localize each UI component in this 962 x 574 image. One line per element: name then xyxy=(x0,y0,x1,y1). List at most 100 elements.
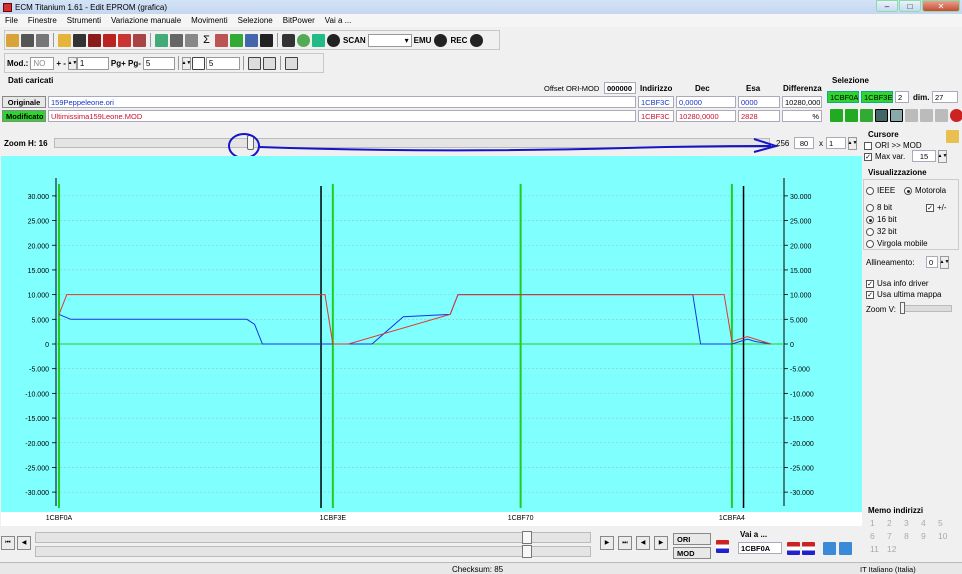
menu-file[interactable]: File xyxy=(0,16,23,25)
ori-button[interactable]: ORI xyxy=(673,533,711,545)
record-circle-icon[interactable] xyxy=(327,33,340,47)
map-icon[interactable] xyxy=(170,33,183,47)
memo-slot-6[interactable]: 6 xyxy=(870,531,875,541)
offset-field[interactable]: 000000 xyxy=(604,82,636,94)
sel-reset-icon[interactable] xyxy=(950,109,962,122)
save-mod-icon[interactable] xyxy=(88,33,101,47)
ori-mod-checkbox[interactable]: ORI >> MOD xyxy=(864,141,922,150)
memo-slot-8[interactable]: 8 xyxy=(904,531,909,541)
sel-right-icon[interactable] xyxy=(845,109,858,122)
last-page-button[interactable]: ⏭ xyxy=(618,536,632,550)
save-icon[interactable] xyxy=(73,33,86,47)
usa-info-checkbox[interactable]: ✓ Usa info driver xyxy=(866,279,929,288)
view-icon[interactable] xyxy=(284,56,298,70)
next-mark-button[interactable]: ▶ xyxy=(654,536,668,550)
checksum-icon[interactable] xyxy=(103,33,116,47)
menu-variazione-manuale[interactable]: Variazione manuale xyxy=(106,16,186,25)
menu-movimenti[interactable]: Movimenti xyxy=(186,16,232,25)
menu-finestre[interactable]: Finestre xyxy=(23,16,62,25)
memo-slot-4[interactable]: 4 xyxy=(921,518,926,528)
sel-copy-icon[interactable] xyxy=(905,109,918,122)
rec-button-icon[interactable] xyxy=(470,33,484,47)
zoom-spinner[interactable]: ▲▼ xyxy=(848,137,857,150)
memo-slot-11[interactable]: 11 xyxy=(870,544,879,554)
list-icon[interactable] xyxy=(247,56,261,70)
allineamento-field[interactable]: 0 xyxy=(926,256,938,268)
person-icon[interactable] xyxy=(312,33,325,47)
sel-mark-icon[interactable] xyxy=(860,109,873,122)
modificato-button[interactable]: Modificato xyxy=(2,110,46,122)
32bit-radio[interactable]: 32 bit xyxy=(866,227,897,236)
open-icon[interactable] xyxy=(21,33,34,47)
memo-slot-1[interactable]: 1 xyxy=(870,518,875,528)
scan-select[interactable]: ▾ xyxy=(367,33,412,47)
sel-range-icon[interactable] xyxy=(875,109,888,122)
flag-icon[interactable] xyxy=(230,33,243,47)
memo-slot-12[interactable]: 12 xyxy=(887,544,896,554)
step-field[interactable]: 1 xyxy=(76,56,109,70)
zoom-v-slider[interactable] xyxy=(900,302,905,314)
marker-icon[interactable] xyxy=(245,33,258,47)
maximize-button[interactable]: □ xyxy=(899,0,921,12)
driver-icon[interactable] xyxy=(155,33,168,47)
max-var-field[interactable]: 15 xyxy=(912,150,936,162)
goto-ori-icon[interactable] xyxy=(787,542,800,555)
allineamento-spinner[interactable]: ▲▼ xyxy=(940,256,949,269)
tp-icon[interactable] xyxy=(191,56,205,70)
copy-icon[interactable] xyxy=(36,33,49,47)
binoculars-icon[interactable] xyxy=(260,33,273,47)
memo-slot-7[interactable]: 7 xyxy=(887,531,892,541)
prev-mark-button[interactable]: ◀ xyxy=(636,536,650,550)
menu-selezione[interactable]: Selezione xyxy=(233,16,278,25)
table-icon[interactable] xyxy=(133,33,146,47)
sigma-icon[interactable]: Σ xyxy=(200,34,213,47)
sel-block-icon[interactable] xyxy=(890,109,903,122)
16bit-radio[interactable]: 16 bit xyxy=(866,215,897,224)
usa-ultima-checkbox[interactable]: ✓ Usa ultima mappa xyxy=(866,290,941,299)
menu-bitpower[interactable]: BitPower xyxy=(278,16,320,25)
jump-right-icon[interactable] xyxy=(839,542,852,555)
mod-field[interactable]: NO xyxy=(30,56,55,70)
eprom-chart[interactable]: 30.000 30.000 25.000 25.000 20.000 20.000 15.0… xyxy=(1,156,862,526)
tp-spinner[interactable]: ▲▼ xyxy=(181,56,191,70)
folder-icon[interactable] xyxy=(58,33,71,47)
home-icon[interactable] xyxy=(6,33,19,47)
percent-field[interactable]: % xyxy=(782,110,822,122)
max-var-checkbox[interactable]: ✓ Max var. xyxy=(864,152,905,161)
mod-button[interactable]: MOD xyxy=(673,547,711,559)
sel-paste-icon[interactable] xyxy=(920,109,933,122)
prev-page-button[interactable]: ◀ xyxy=(17,536,31,550)
h-scroll-thumb-2[interactable] xyxy=(522,545,532,558)
h-scroll-track-2[interactable] xyxy=(35,546,591,557)
cursor-icon[interactable] xyxy=(946,130,959,143)
virgola-radio[interactable]: Virgola mobile xyxy=(866,239,928,248)
percent-icon[interactable] xyxy=(215,33,228,47)
flag-icon-bottom[interactable] xyxy=(716,540,729,553)
zoom-v-track[interactable] xyxy=(900,305,952,312)
print-icon[interactable] xyxy=(282,33,295,47)
h-scroll-thumb-1[interactable] xyxy=(522,531,532,544)
emu-button-icon[interactable] xyxy=(434,33,448,47)
target-icon[interactable] xyxy=(297,33,310,47)
ieee-radio[interactable]: IEEE xyxy=(866,186,895,195)
step-spinner[interactable]: ▲▼ xyxy=(67,56,77,70)
memo-slot-3[interactable]: 3 xyxy=(904,518,909,528)
page-field[interactable]: 5 xyxy=(142,56,175,70)
goto-mod-icon[interactable] xyxy=(802,542,815,555)
grid-icon[interactable] xyxy=(262,56,276,70)
8bit-radio[interactable]: 8 bit xyxy=(866,203,892,212)
motorola-radio[interactable]: Motorola xyxy=(904,186,946,195)
compare-icon[interactable] xyxy=(118,33,131,47)
sel-fill-icon[interactable] xyxy=(935,109,948,122)
memo-slot-2[interactable]: 2 xyxy=(887,518,892,528)
h-scroll-track-1[interactable] xyxy=(35,532,591,543)
originale-button[interactable]: Originale xyxy=(2,96,46,108)
menu-strumenti[interactable]: Strumenti xyxy=(62,16,106,25)
selection-end[interactable]: 1CBF3E xyxy=(861,91,893,103)
vai-a-field[interactable]: 1CBF0A xyxy=(738,542,782,554)
memo-slot-5[interactable]: 5 xyxy=(938,518,943,528)
sign-checkbox[interactable]: ✓ +/- xyxy=(926,203,947,212)
zoom-value-2[interactable]: 80 xyxy=(794,137,814,149)
next-page-button[interactable]: ▶ xyxy=(600,536,614,550)
tp-field[interactable]: 5 xyxy=(205,56,240,70)
